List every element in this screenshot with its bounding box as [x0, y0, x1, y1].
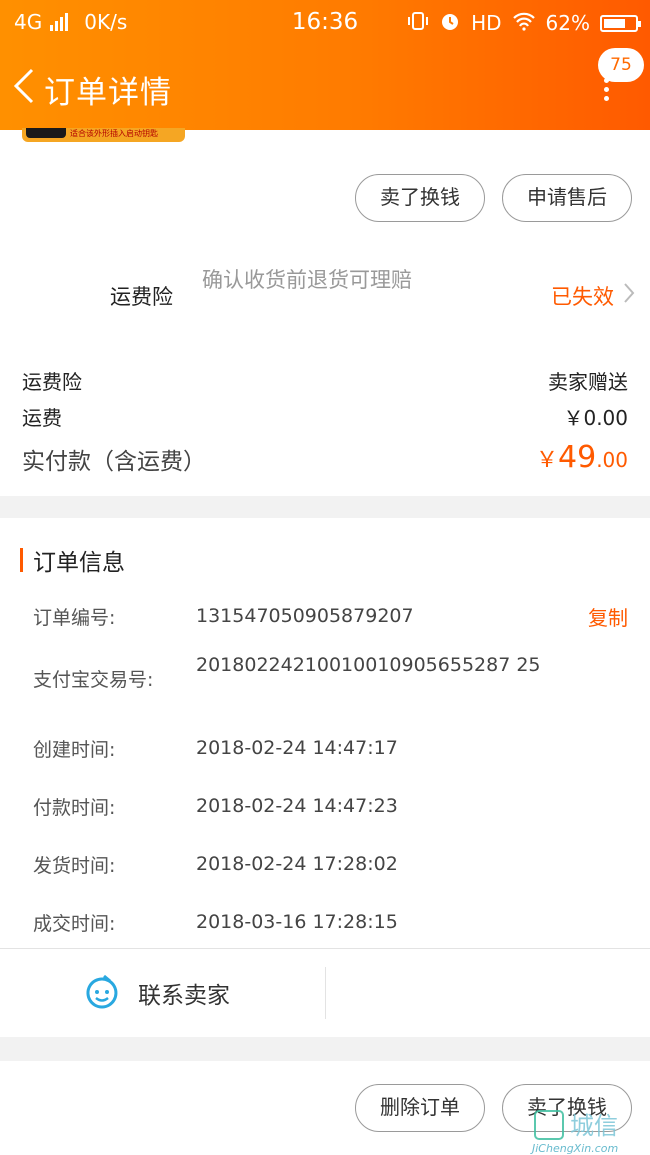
page-title: 订单详情: [44, 75, 172, 111]
shipping-value: ￥0.00: [563, 406, 628, 430]
section-divider: [0, 496, 650, 518]
total-paid-label: 实付款（含运费）: [22, 449, 206, 475]
created-time-label: 创建时间:: [33, 739, 116, 761]
watermark-text: 城信: [570, 1112, 618, 1140]
delete-order-button[interactable]: 删除订单: [355, 1084, 485, 1132]
app-header: 4G 0K/s 16:36 HD 62% 订单详情 75: [0, 0, 650, 130]
watermark-box-icon: [534, 1110, 564, 1140]
order-number-label: 订单编号:: [33, 607, 116, 629]
after-sale-button[interactable]: 申请售后: [502, 174, 632, 222]
chevron-right-icon: [624, 283, 635, 303]
closed-time-value: 2018-03-16 17:28:15: [196, 911, 398, 933]
vertical-divider: [325, 967, 326, 1019]
insurance-label: 运费险: [110, 285, 173, 309]
alipay-trade-value: 20180224210010010905655287 25: [196, 654, 541, 676]
sell-for-cash-button[interactable]: 卖了换钱: [355, 174, 485, 222]
shipped-time-label: 发货时间:: [33, 855, 116, 877]
battery-percent: 62%: [545, 11, 590, 35]
status-bar: 4G 0K/s 16:36 HD 62%: [0, 0, 650, 44]
paid-time-value: 2018-02-24 14:47:23: [196, 795, 398, 817]
section-divider: [0, 1037, 650, 1061]
watermark-logo: 城信 JiChengXin.com: [530, 1104, 650, 1155]
product-thumb-text: 适合该外形插入启动钥匙: [70, 129, 158, 138]
contact-seller-label: 联系卖家: [138, 983, 230, 1009]
shipped-time-value: 2018-02-24 17:28:02: [196, 853, 398, 875]
total-paid-amount: ￥49.00: [535, 440, 628, 475]
battery-icon: [600, 14, 641, 32]
insurance-status: 已失效: [551, 285, 614, 309]
alipay-trade-label: 支付宝交易号:: [33, 669, 154, 691]
more-dots-icon: [603, 78, 609, 83]
paid-time-label: 付款时间:: [33, 797, 116, 819]
contact-seller-button[interactable]: 联系卖家: [84, 974, 230, 1012]
message-count-badge: 75: [598, 48, 644, 82]
more-menu-button[interactable]: [594, 78, 618, 104]
divider: [0, 948, 650, 949]
insurance-cost-label: 运费险: [22, 370, 82, 394]
status-right: HD 62%: [407, 10, 641, 36]
back-button[interactable]: [10, 66, 40, 106]
vibrate-icon: [407, 10, 429, 36]
section-accent-bar: [20, 548, 23, 572]
order-info-title: 订单信息: [33, 550, 125, 576]
watermark-url: JiChengXin.com: [532, 1142, 619, 1155]
product-thumbnail[interactable]: 适合该外形插入启动钥匙: [22, 128, 185, 142]
back-arrow-icon: [13, 68, 34, 104]
order-number-value: 131547050905879207: [196, 605, 414, 627]
alarm-icon: [439, 10, 461, 36]
hd-indicator: HD: [471, 11, 502, 35]
insurance-cost-value: 卖家赠送: [548, 370, 628, 394]
closed-time-label: 成交时间:: [33, 913, 116, 935]
copy-button[interactable]: 复制: [588, 602, 628, 631]
shipping-label: 运费: [22, 406, 62, 430]
created-time-value: 2018-02-24 14:47:17: [196, 737, 398, 759]
chat-bubble-icon: [86, 974, 118, 1009]
insurance-description: 确认收货前退货可理赔: [202, 268, 412, 292]
wifi-icon: [512, 11, 536, 35]
